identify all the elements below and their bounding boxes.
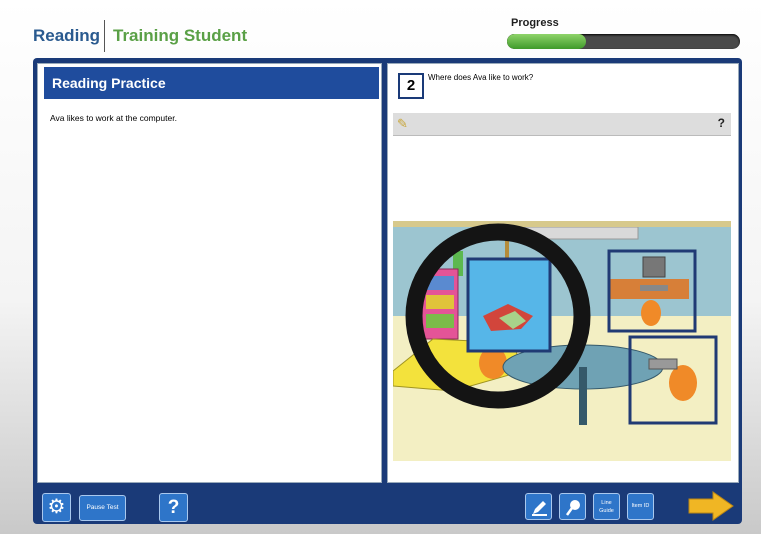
highlighter-button[interactable] xyxy=(525,493,552,520)
question-number: 2 xyxy=(398,73,424,99)
passage-text: Ava likes to work at the computer. xyxy=(50,113,177,123)
next-arrow-icon xyxy=(688,491,734,521)
question-help-button[interactable]: ? xyxy=(718,116,725,130)
question-text: Where does Ava like to work? xyxy=(428,73,534,82)
gear-icon: ⚙ xyxy=(47,496,66,518)
pencil-icon[interactable]: ✎ xyxy=(397,116,408,132)
progress-bar xyxy=(507,34,740,49)
question-panel: 2 Where does Ava like to work? ✎ ? xyxy=(387,63,739,483)
magnifier-icon xyxy=(565,500,580,516)
progress-bar-fill xyxy=(507,34,587,49)
bottom-toolbar: ⚙ Pause Test ? Line Guide Item ID xyxy=(33,485,742,524)
next-button[interactable] xyxy=(687,491,735,521)
scene-ceiling-trim xyxy=(393,221,731,227)
student-name: Training Student xyxy=(113,26,248,45)
item-id-button[interactable]: Item ID xyxy=(627,493,654,520)
magnifier-button[interactable] xyxy=(559,493,586,520)
scene-laptop xyxy=(648,358,678,370)
progress-label: Progress xyxy=(511,17,559,29)
help-button[interactable]: ? xyxy=(159,493,188,522)
scene-books-2 xyxy=(426,295,454,309)
scene-books-3 xyxy=(426,314,454,328)
scene-chair-2 xyxy=(641,300,661,326)
classroom-scene-image xyxy=(393,221,731,461)
line-guide-button[interactable]: Line Guide xyxy=(593,493,620,520)
subject-title: Reading xyxy=(33,26,101,45)
pause-test-button[interactable]: Pause Test xyxy=(79,495,126,521)
passage-title: Reading Practice xyxy=(44,67,379,99)
highlighter-icon xyxy=(532,501,547,516)
scene-table-leg xyxy=(579,367,587,425)
top-bar: Reading Training Student Progress xyxy=(0,0,761,58)
question-toolstrip: ✎ ? xyxy=(393,113,731,136)
settings-button[interactable]: ⚙ xyxy=(42,493,71,522)
title-divider xyxy=(104,20,105,52)
test-frame: Reading Practice Ava likes to work at th… xyxy=(33,58,742,524)
scene-chair-3 xyxy=(669,365,697,401)
scene-computer xyxy=(642,256,666,278)
passage-panel: Reading Practice Ava likes to work at th… xyxy=(37,63,382,483)
scene-keyboard xyxy=(640,285,668,291)
